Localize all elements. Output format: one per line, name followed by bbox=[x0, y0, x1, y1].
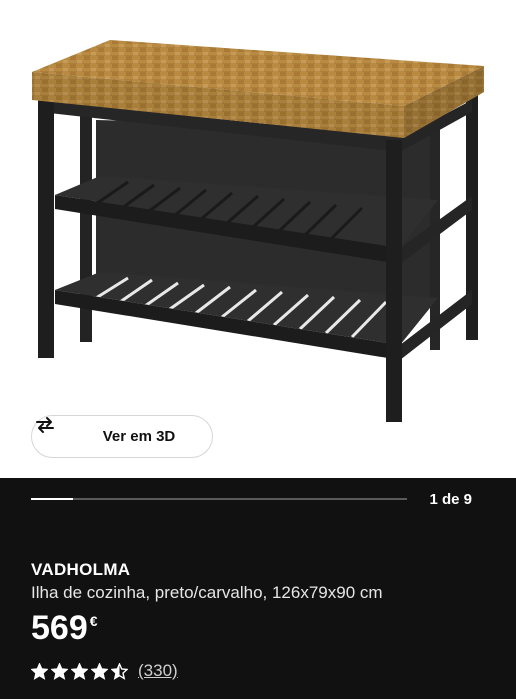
review-count-link[interactable]: (330) bbox=[138, 661, 178, 681]
kitchen-island-illustration bbox=[32, 40, 484, 422]
price-currency: € bbox=[89, 613, 98, 629]
product-info-panel: 1 de 9 VADHOLMA Ilha de cozinha, preto/c… bbox=[0, 478, 516, 699]
star-full-icon bbox=[31, 662, 48, 680]
rotate-3d-icon bbox=[36, 417, 95, 446]
product-description: Ilha de cozinha, preto/carvalho, 126x79x… bbox=[31, 583, 383, 602]
product-name: VADHOLMA bbox=[31, 560, 131, 579]
star-half-icon bbox=[111, 662, 128, 680]
star-full-icon bbox=[91, 662, 108, 680]
star-full-icon bbox=[71, 662, 88, 680]
price-amount: 569 bbox=[31, 609, 88, 647]
view-3d-button[interactable]: Ver em 3D bbox=[31, 415, 213, 458]
view-3d-label: Ver em 3D bbox=[102, 428, 176, 445]
rating-stars bbox=[31, 662, 128, 680]
product-image[interactable]: Ver em 3D bbox=[0, 0, 516, 478]
star-full-icon bbox=[51, 662, 68, 680]
gallery-progress bbox=[31, 498, 407, 500]
product-rating[interactable]: (330) bbox=[31, 661, 178, 681]
gallery-progress-fill bbox=[31, 498, 73, 500]
gallery-counter: 1 de 9 bbox=[429, 491, 472, 508]
product-price: 569 € bbox=[31, 611, 98, 645]
